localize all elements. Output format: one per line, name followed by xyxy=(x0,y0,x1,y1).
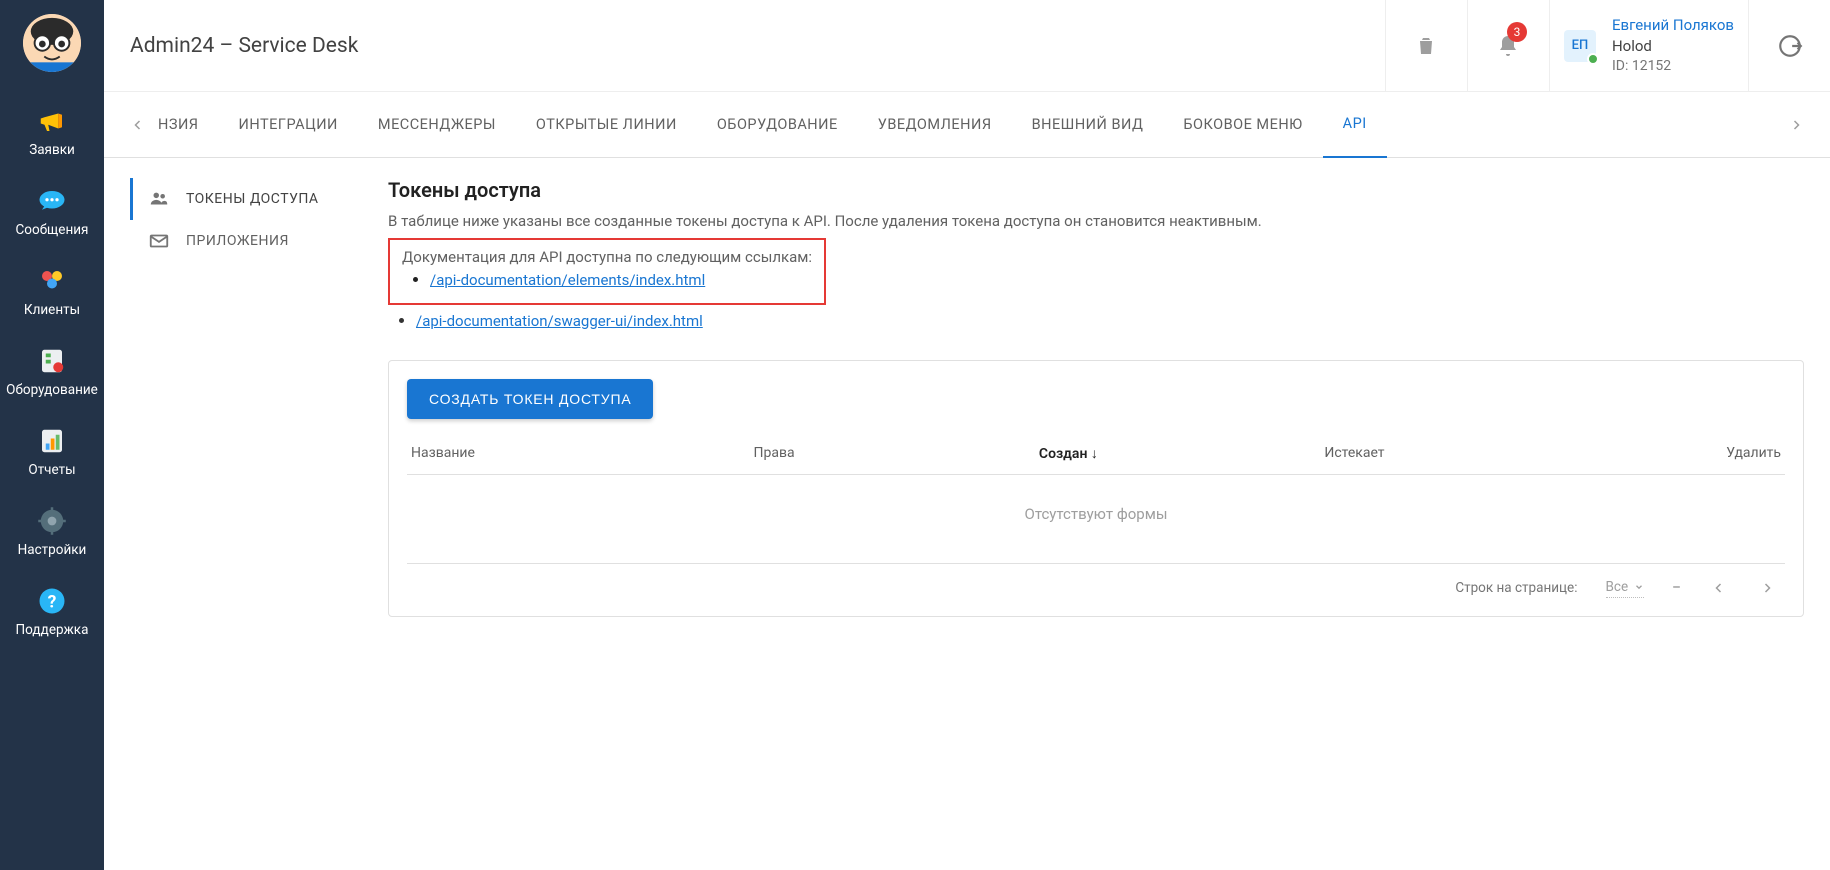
mail-icon xyxy=(148,230,172,252)
chevron-right-icon xyxy=(1790,119,1802,131)
gear-icon xyxy=(35,504,69,538)
tab-equipment[interactable]: ОБОРУДОВАНИЕ xyxy=(697,92,858,158)
header: Admin24 – Service Desk 3 ЕП Евгений Поля… xyxy=(104,0,1830,92)
logout-icon xyxy=(1777,33,1803,59)
sidebar-item-clients[interactable]: Клиенты xyxy=(0,252,104,332)
subnav-item-apps[interactable]: ПРИЛОЖЕНИЯ xyxy=(130,220,388,262)
subnav: ТОКЕНЫ ДОСТУПА ПРИЛОЖЕНИЯ xyxy=(130,178,388,850)
col-created[interactable]: Создан ↓ xyxy=(1039,445,1324,462)
tab-partial[interactable]: НЗИЯ xyxy=(152,92,219,158)
tab-appearance[interactable]: ВНЕШНИЙ ВИД xyxy=(1012,92,1164,158)
col-rights[interactable]: Права xyxy=(754,445,1039,462)
tab-integrations[interactable]: ИНТЕГРАЦИИ xyxy=(219,92,358,158)
megaphone-icon xyxy=(35,104,69,138)
trash-button[interactable] xyxy=(1385,0,1467,92)
col-delete: Удалить xyxy=(1610,445,1781,462)
sidebar-item-tickets[interactable]: Заявки xyxy=(0,92,104,172)
sidebar-item-support[interactable]: ? Поддержка xyxy=(0,572,104,652)
doc-link-elements[interactable]: /api-documentation/elements/index.html xyxy=(430,271,705,289)
sidebar-item-settings[interactable]: Настройки xyxy=(0,492,104,572)
subnav-label: ТОКЕНЫ ДОСТУПА xyxy=(186,191,319,207)
col-name[interactable]: Название xyxy=(411,445,754,462)
reports-icon xyxy=(35,424,69,458)
chat-icon xyxy=(35,184,69,218)
help-icon: ? xyxy=(35,584,69,618)
sidebar-item-messages[interactable]: Сообщения xyxy=(0,172,104,252)
people-icon xyxy=(35,264,69,298)
chevron-right-icon xyxy=(1761,582,1773,594)
page-body: ТОКЕНЫ ДОСТУПА ПРИЛОЖЕНИЯ Токены доступа… xyxy=(104,158,1830,870)
logout-button[interactable] xyxy=(1748,0,1830,92)
doc-link-swagger[interactable]: /api-documentation/swagger-ui/index.html xyxy=(416,312,703,330)
sidebar-label: Оборудование xyxy=(6,382,98,398)
user-id: ID: 12152 xyxy=(1612,57,1734,77)
subnav-item-tokens[interactable]: ТОКЕНЫ ДОСТУПА xyxy=(130,178,388,220)
tab-messengers[interactable]: МЕССЕНДЖЕРЫ xyxy=(358,92,516,158)
tab-api[interactable]: API xyxy=(1323,92,1387,158)
user-initials-avatar: ЕП xyxy=(1564,30,1596,62)
tabs-bar: НЗИЯ ИНТЕГРАЦИИ МЕССЕНДЖЕРЫ ОТКРЫТЫЕ ЛИН… xyxy=(104,92,1830,158)
svg-text:?: ? xyxy=(48,592,57,612)
sidebar-label: Клиенты xyxy=(24,302,80,318)
tab-notifications[interactable]: УВЕДОМЛЕНИЯ xyxy=(858,92,1012,158)
rows-per-page-label: Строк на странице: xyxy=(1455,580,1577,596)
chevron-left-icon xyxy=(1713,582,1725,594)
user-org: Holod xyxy=(1612,36,1734,57)
notifications-button[interactable]: 3 xyxy=(1467,0,1549,92)
tabs-scroll-right[interactable] xyxy=(1782,119,1810,131)
user-avatar[interactable] xyxy=(23,14,81,72)
page-range: – xyxy=(1672,580,1681,596)
table-header: Название Права Создан ↓ Истекает Удалить xyxy=(407,445,1785,475)
tab-side-menu[interactable]: БОКОВОЕ МЕНЮ xyxy=(1163,92,1322,158)
user-block[interactable]: ЕП Евгений Поляков Holod ID: 12152 xyxy=(1549,0,1748,92)
subnav-label: ПРИЛОЖЕНИЯ xyxy=(186,233,289,249)
sidebar-label: Заявки xyxy=(29,142,75,158)
user-name-link[interactable]: Евгений Поляков xyxy=(1612,15,1734,36)
tabs-scroll-left[interactable] xyxy=(124,119,152,131)
notification-badge: 3 xyxy=(1507,22,1527,42)
tab-open-lines[interactable]: ОТКРЫТЫЕ ЛИНИИ xyxy=(516,92,697,158)
chevron-down-icon xyxy=(1634,582,1644,592)
create-token-button[interactable]: СОЗДАТЬ ТОКЕН ДОСТУПА xyxy=(407,379,653,419)
doc-highlight-box: Документация для API доступна по следующ… xyxy=(388,238,826,305)
equipment-icon xyxy=(35,344,69,378)
col-expires[interactable]: Истекает xyxy=(1324,445,1609,462)
sidebar-label: Настройки xyxy=(18,542,87,558)
page-description: В таблице ниже указаны все созданные ток… xyxy=(388,212,1804,230)
chevron-left-icon xyxy=(132,119,144,131)
page-title: Токены доступа xyxy=(388,178,1804,202)
doc-label: Документация для API доступна по следующ… xyxy=(402,248,812,266)
sort-arrow-down-icon: ↓ xyxy=(1091,446,1098,462)
sidebar-item-reports[interactable]: Отчеты xyxy=(0,412,104,492)
content: Токены доступа В таблице ниже указаны вс… xyxy=(388,178,1804,850)
pagination: Строк на странице: Все – xyxy=(407,564,1785,608)
sidebar-label: Сообщения xyxy=(16,222,89,238)
group-icon xyxy=(148,188,172,210)
rows-per-page-select[interactable]: Все xyxy=(1606,579,1645,598)
page-prev-button[interactable] xyxy=(1709,578,1729,598)
tokens-card: СОЗДАТЬ ТОКЕН ДОСТУПА Название Права Соз… xyxy=(388,360,1804,617)
page-next-button[interactable] xyxy=(1757,578,1777,598)
sidebar-label: Поддержка xyxy=(16,622,89,638)
sidebar-label: Отчеты xyxy=(28,462,75,478)
app-title: Admin24 – Service Desk xyxy=(104,34,1385,58)
sidebar: Заявки Сообщения Клиенты Оборудование От… xyxy=(0,0,104,870)
trash-icon xyxy=(1414,34,1438,58)
main: Admin24 – Service Desk 3 ЕП Евгений Поля… xyxy=(104,0,1830,870)
sidebar-item-equipment[interactable]: Оборудование xyxy=(0,332,104,412)
empty-state: Отсутствуют формы xyxy=(407,475,1785,564)
